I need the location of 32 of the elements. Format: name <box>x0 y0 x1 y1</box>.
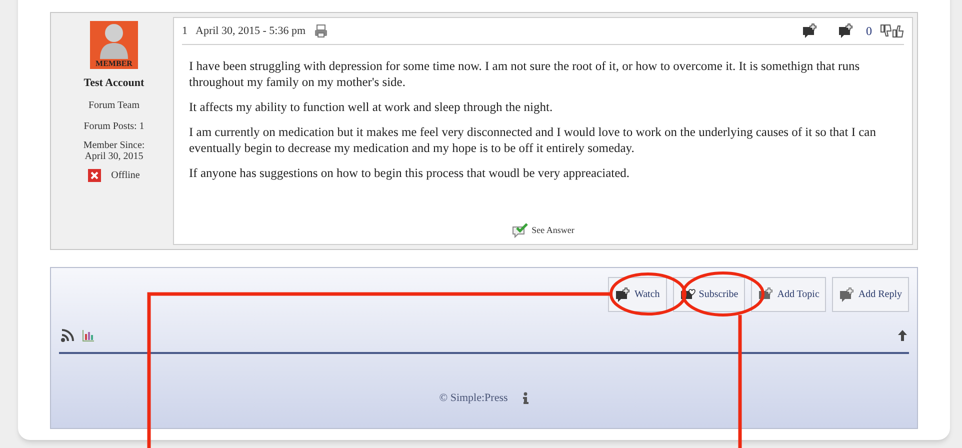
copyright-text: © Simple:Press <box>439 391 508 406</box>
post-paragraph: I am currently on medication but it makes me feel very disconnected and I would love to work on the underlying causes of it so that I can eventually begin to decrease my medication and my hope is to be off it entirely someday. <box>189 124 877 156</box>
post-paragraph: It affects my ability to function well at work and sleep through the night. <box>189 99 554 115</box>
rss-icon[interactable] <box>61 328 74 342</box>
author-name: Test Account <box>84 76 144 91</box>
print-icon[interactable] <box>314 24 328 38</box>
speech-bubble-check-icon <box>512 223 529 238</box>
post-date: April 30, 2015 - 5:36 pm <box>196 24 306 39</box>
thumbs-down-icon[interactable] <box>880 24 892 38</box>
speech-bubble-plus-icon <box>839 286 856 302</box>
arrow-up-icon[interactable] <box>898 330 907 340</box>
toolbar-button[interactable]: Add Topic <box>751 277 826 312</box>
see-answer-button[interactable]: See Answer <box>512 223 574 238</box>
online-status: Offline <box>111 168 140 182</box>
toolbar-button[interactable]: Watch <box>608 277 667 312</box>
thumbs-up-icon[interactable] <box>892 24 904 38</box>
post-paragraph: I have been struggling with depression for some time now. I am not sure the root of it, or how to overcome it. It is somethign that runs throughout my family on my mother's side. <box>189 58 861 90</box>
info-icon[interactable] <box>522 392 529 404</box>
person-silhouette-icon <box>98 23 130 59</box>
member-since: Member Since: April 30, 2015 <box>82 140 146 162</box>
speech-bubble-plus-icon <box>758 286 774 302</box>
speech-bubble-plus-icon <box>802 23 818 39</box>
author-role: Forum Team <box>88 98 140 112</box>
author-posts: Forum Posts: 1 <box>84 120 144 134</box>
bar-chart-icon[interactable] <box>82 328 95 342</box>
vote-count: 0 <box>866 23 872 40</box>
avatar-label: MEMBER <box>94 60 134 68</box>
speech-bubble-plus-icon <box>615 286 632 302</box>
post-number: 1 <box>182 24 188 39</box>
post-paragraph: If anyone has suggestions on how to begin this process that woudl be very appreaciated. <box>189 165 631 181</box>
toolbar-button[interactable]: Add Reply <box>832 277 909 312</box>
speech-bubble-plus-icon <box>838 23 854 39</box>
